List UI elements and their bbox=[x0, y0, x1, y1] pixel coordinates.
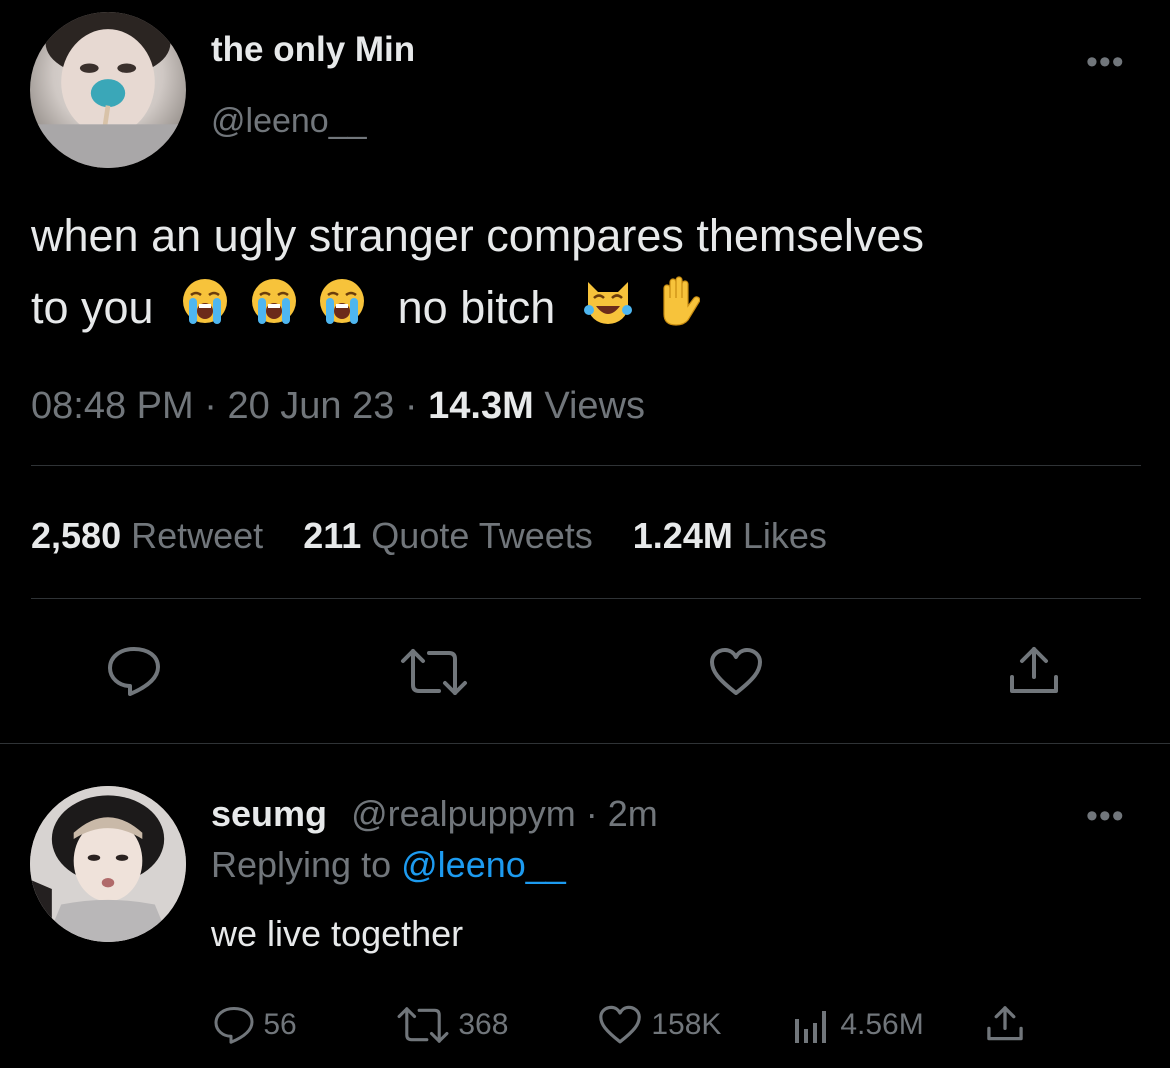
quotes-label: Quote Tweets bbox=[371, 515, 593, 556]
tweet-text: when an ugly stranger compares themselve… bbox=[31, 200, 1161, 347]
divider bbox=[31, 465, 1141, 466]
meta-separator: · bbox=[204, 385, 217, 427]
tweet-time[interactable]: 08:48 PM bbox=[31, 385, 194, 427]
views-label: Views bbox=[544, 385, 646, 427]
avatar-photo bbox=[30, 786, 186, 942]
reply-author-avatar[interactable] bbox=[30, 786, 186, 942]
tweet-meta: 08:48 PM · 20 Jun 23 · 14.3M Views bbox=[31, 384, 645, 428]
replying-to-prefix: Replying to bbox=[211, 844, 392, 885]
loudly-crying-face-icon bbox=[180, 275, 230, 347]
quotes-stat[interactable]: 211 Quote Tweets bbox=[303, 515, 603, 556]
reply-likes-action[interactable]: 158K bbox=[597, 1004, 721, 1045]
avatar-photo bbox=[30, 12, 186, 168]
meta-separator: · bbox=[585, 793, 598, 834]
like-icon bbox=[597, 1005, 643, 1045]
retweets-stat[interactable]: 2,580 Retweet bbox=[31, 515, 273, 556]
author-handle[interactable]: @leeno__ bbox=[211, 101, 367, 141]
replying-to-handle-link[interactable]: @leeno__ bbox=[401, 844, 566, 885]
reply-count: 56 bbox=[263, 1008, 297, 1042]
tweet-text-line-1: when an ugly stranger compares themselve… bbox=[31, 210, 924, 261]
divider bbox=[31, 598, 1141, 599]
like-icon[interactable] bbox=[708, 647, 764, 697]
reply-icon bbox=[213, 1005, 255, 1045]
reply-icon[interactable] bbox=[106, 645, 162, 697]
likes-count: 1.24M bbox=[632, 515, 733, 556]
replying-to: Replying to @leeno__ bbox=[211, 843, 566, 887]
engagement-stats: 2,580 Retweet 211 Quote Tweets 1.24M Lik… bbox=[31, 515, 827, 557]
author-display-name[interactable]: the only Min bbox=[211, 30, 415, 70]
share-icon[interactable] bbox=[986, 1004, 1024, 1044]
views-count: 14.3M bbox=[428, 385, 534, 427]
retweet-icon bbox=[396, 1005, 450, 1045]
retweets-label: Retweet bbox=[131, 515, 264, 556]
reply-header: seumg @realpuppym · 2m bbox=[211, 792, 658, 836]
reply-time[interactable]: 2m bbox=[608, 793, 658, 834]
loudly-crying-face-icon bbox=[317, 275, 367, 347]
tweet-text-part-a: to you bbox=[31, 282, 154, 333]
divider bbox=[0, 743, 1170, 744]
share-icon[interactable] bbox=[1008, 645, 1060, 697]
raised-hand-icon bbox=[654, 275, 701, 347]
retweets-count: 2,580 bbox=[31, 515, 122, 556]
tweet-text-part-b: no bitch bbox=[397, 282, 556, 333]
retweet-icon[interactable] bbox=[399, 647, 469, 697]
author-avatar[interactable] bbox=[30, 12, 186, 168]
likes-stat[interactable]: 1.24M Likes bbox=[633, 515, 827, 556]
more-options-icon[interactable]: ••• bbox=[1086, 45, 1125, 79]
reply-replies-action[interactable]: 56 bbox=[213, 1004, 297, 1045]
tweet-date[interactable]: 20 Jun 23 bbox=[227, 385, 394, 427]
quotes-count: 211 bbox=[303, 515, 362, 556]
like-count: 158K bbox=[651, 1008, 722, 1042]
cat-with-tears-of-joy-icon bbox=[582, 275, 634, 347]
reply-author-display-name[interactable]: seumg bbox=[211, 793, 327, 834]
tweet-text-line-2: to you no bitch bbox=[31, 272, 1161, 347]
reply-views-action[interactable]: 4.56M bbox=[792, 1004, 924, 1045]
loudly-crying-face-icon bbox=[249, 275, 299, 347]
meta-separator: · bbox=[404, 385, 418, 427]
retweet-count: 368 bbox=[458, 1008, 509, 1042]
reply-text: we live together bbox=[211, 913, 464, 954]
views-icon bbox=[792, 1005, 832, 1045]
reply-retweets-action[interactable]: 368 bbox=[396, 1004, 508, 1045]
likes-label: Likes bbox=[742, 515, 827, 556]
views-count: 4.56M bbox=[840, 1008, 924, 1042]
reply-more-options-icon[interactable]: ••• bbox=[1086, 799, 1125, 833]
reply-author-handle[interactable]: @realpuppym bbox=[351, 793, 576, 834]
